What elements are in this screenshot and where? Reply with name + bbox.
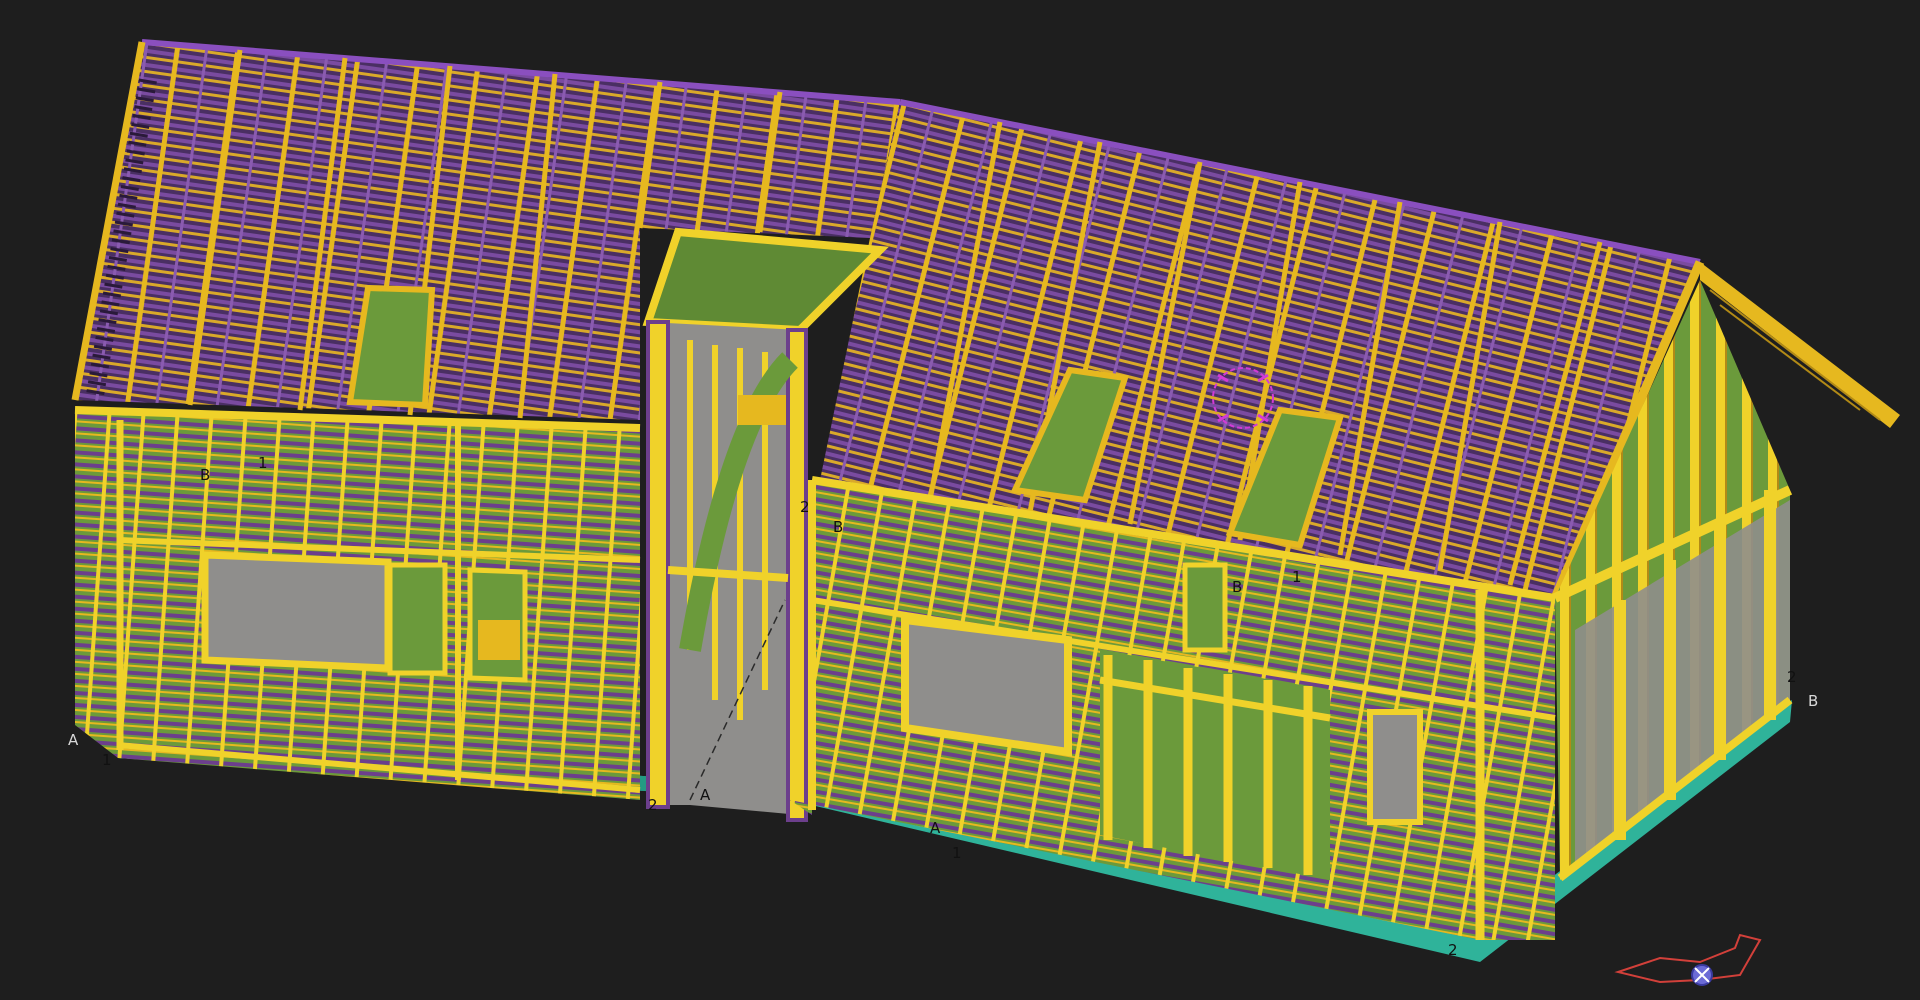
view-orientation-gizmo-icon[interactable] [1614, 933, 1762, 986]
axis-label-one-wall: 1 [258, 454, 268, 472]
axis-label-b-wall: B [200, 466, 210, 484]
axis-label-b-right: B [1808, 692, 1818, 710]
3d-model-viewport[interactable]: A 1 B 1 2 B 2 A A 1 B 1 2 2 B [0, 0, 1920, 1000]
timber-frame-house-model[interactable]: A 1 B 1 2 B 2 A A 1 B 1 2 2 B [0, 0, 1920, 1000]
axis-label-a-tower-bottom: A [700, 786, 711, 804]
axis-label-two-tower: 2 [800, 498, 810, 516]
axis-label-two-bottom: 2 [1448, 941, 1458, 959]
axis-label-one-left: 1 [102, 751, 112, 769]
axis-label-one-front: 1 [952, 844, 962, 862]
axis-label-two-tower-bottom: 2 [648, 796, 658, 814]
axis-label-one-mid: 1 [1292, 568, 1302, 586]
axis-label-two-right: 2 [1787, 668, 1797, 686]
axis-label-b-tower: B [833, 518, 843, 536]
wall-left-front[interactable] [74, 406, 641, 800]
axis-label-b-mid: B [1232, 578, 1242, 596]
axis-label-a-front: A [930, 819, 941, 837]
axis-label-a-left: A [68, 731, 79, 749]
